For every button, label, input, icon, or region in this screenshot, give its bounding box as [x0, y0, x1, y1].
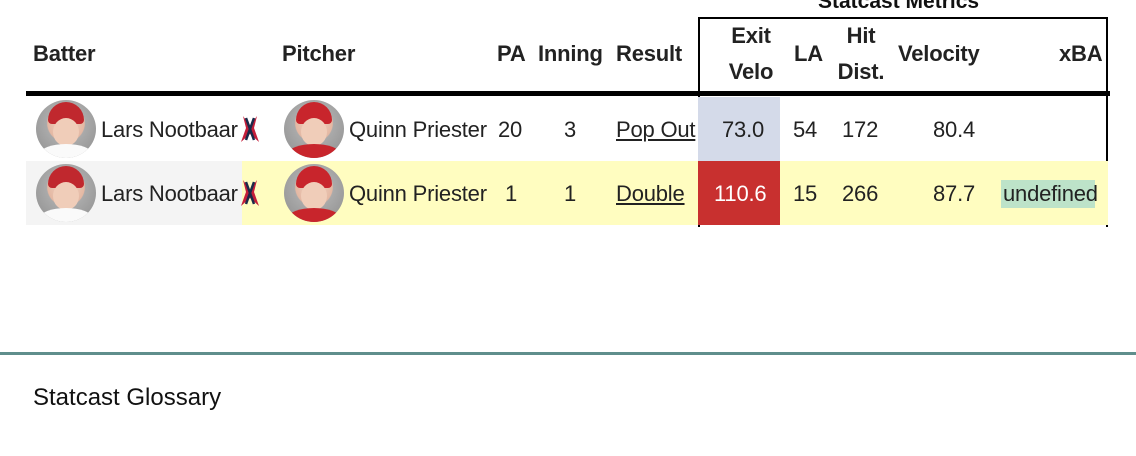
column-header-hit-dist-line1: Hit — [846, 23, 876, 48]
inning-cell: 3 — [564, 117, 577, 142]
header-rule — [26, 91, 1110, 96]
velocity-cell: 87.7 — [933, 181, 976, 206]
column-header-exit-velo-line1: Exit — [731, 23, 771, 48]
xba-cell: undefined — [1003, 181, 1098, 206]
batter-name[interactable]: Lars Nootbaar — [101, 181, 238, 207]
la-cell: 54 — [793, 117, 818, 142]
column-header-exit-velo[interactable]: Exit Velo — [722, 18, 780, 90]
result-link[interactable]: Pop Out — [616, 117, 696, 143]
column-header-pitcher[interactable]: Pitcher — [282, 41, 355, 67]
batter-name[interactable]: Lars Nootbaar — [101, 117, 238, 143]
batter-avatar — [36, 100, 96, 158]
column-header-xba[interactable]: xBA — [1059, 41, 1103, 67]
exit-velo-cell: 73.0 — [722, 117, 765, 142]
column-header-hit-dist-line2: Dist. — [837, 59, 885, 84]
column-header-hit-dist[interactable]: Hit Dist. — [832, 18, 890, 90]
column-header-la[interactable]: LA — [794, 41, 823, 67]
result-link[interactable]: Double — [616, 181, 685, 207]
section-divider — [0, 352, 1136, 355]
exit-velo-cell: 110.6 — [714, 181, 767, 206]
inning-cell: 1 — [564, 181, 577, 206]
pa-cell: 1 — [505, 181, 518, 206]
column-header-inning[interactable]: Inning — [538, 41, 603, 67]
column-header-batter[interactable]: Batter — [33, 41, 96, 67]
column-header-exit-velo-line2: Velo — [728, 59, 774, 84]
pitcher-name[interactable]: Quinn Priester — [349, 181, 487, 207]
batter-avatar — [36, 164, 96, 222]
pitcher-name[interactable]: Quinn Priester — [349, 117, 487, 143]
pa-cell: 20 — [498, 117, 523, 142]
column-header-result[interactable]: Result — [616, 41, 682, 67]
column-header-pa[interactable]: PA — [497, 41, 526, 67]
pitcher-avatar — [284, 164, 344, 222]
pitcher-avatar — [284, 100, 344, 158]
cardinals-logo-icon — [241, 180, 259, 206]
column-header-velocity[interactable]: Velocity — [898, 41, 980, 67]
velocity-cell: 80.4 — [933, 117, 976, 142]
la-cell: 15 — [793, 181, 818, 206]
cardinals-logo-icon — [241, 116, 259, 142]
statcast-metrics-header: Statcast Metrics — [818, 0, 980, 13]
glossary-title[interactable]: Statcast Glossary — [33, 384, 221, 412]
hit-dist-cell: 172 — [842, 117, 879, 142]
hit-dist-cell: 266 — [842, 181, 879, 206]
